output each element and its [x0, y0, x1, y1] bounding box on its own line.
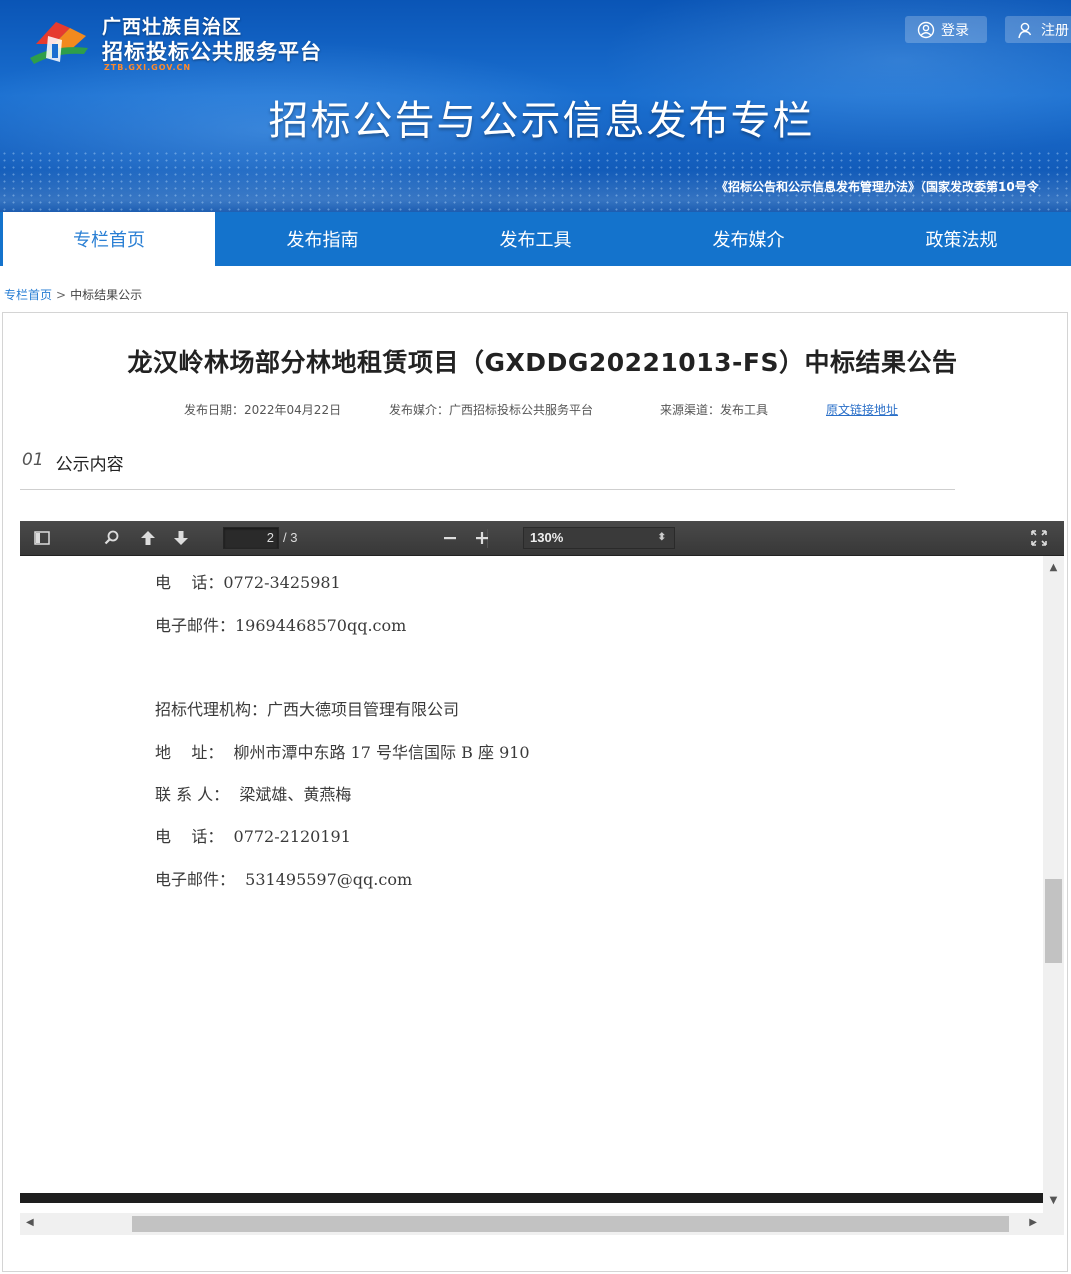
- user-circle-icon: [917, 21, 935, 38]
- logo-platform-text: 招标投标公共服务平台: [102, 39, 322, 64]
- pdf-text-line: 电子邮件： 531495597@qq.com: [155, 870, 413, 889]
- register-button[interactable]: 注册: [1005, 16, 1071, 43]
- horizontal-scrollbar[interactable]: ◀ ▶: [20, 1213, 1043, 1235]
- section-header: 01 公示内容: [22, 450, 124, 475]
- breadcrumb-separator: >: [56, 287, 67, 302]
- scroll-up-arrow-icon[interactable]: ▲: [1043, 562, 1064, 576]
- article-title: 龙汉岭林场部分林地租赁项目（GXDDG20221013-FS）中标结果公告: [127, 348, 958, 377]
- banner-title: 招标公告与公示信息发布专栏: [268, 98, 815, 144]
- zoom-select[interactable]: 130% ⬍: [523, 527, 675, 549]
- pdf-text-line: 电子邮件：19694468570qq.com: [155, 616, 407, 635]
- logo-region-text: 广西壮族自治区: [102, 16, 243, 38]
- vertical-scroll-thumb[interactable]: [1045, 879, 1062, 964]
- pdf-page: 电 话：0772-3425981 电子邮件：19694468570qq.com …: [20, 556, 1043, 1193]
- pdf-text-line: 电 话： 0772-2120191: [155, 827, 351, 846]
- scroll-left-arrow-icon[interactable]: ◀: [26, 1217, 34, 1228]
- scrollbar-corner: [1043, 1213, 1064, 1235]
- scroll-down-arrow-icon[interactable]: ▼: [1043, 1195, 1064, 1209]
- sidebar-toggle-icon[interactable]: [33, 529, 51, 547]
- pdf-toolbar: 2 / 3 130% ⬍: [20, 521, 1064, 556]
- zoom-in-icon[interactable]: [473, 529, 491, 547]
- breadcrumb-home-link[interactable]: 专栏首页: [4, 286, 52, 303]
- section-divider: [20, 489, 955, 490]
- section-number: 01: [22, 450, 44, 470]
- breadcrumb: 专栏首页 > 中标结果公示: [4, 286, 142, 303]
- platform-logo-icon: [30, 22, 88, 64]
- horizontal-scroll-thumb[interactable]: [132, 1216, 1010, 1232]
- nav-item-media[interactable]: 发布媒介: [642, 212, 855, 266]
- register-label: 注册: [1041, 22, 1069, 39]
- pdf-text-line: 电 话：0772-3425981: [155, 573, 341, 592]
- fullscreen-icon[interactable]: [1030, 529, 1048, 547]
- page-count: / 3: [283, 530, 298, 545]
- login-label: 登录: [941, 22, 969, 39]
- section-title: 公示内容: [55, 455, 124, 475]
- logo-url-text: ZTB.GXI.GOV.CN: [104, 63, 192, 72]
- breadcrumb-current: 中标结果公示: [70, 288, 143, 302]
- select-arrows-icon: ⬍: [657, 532, 666, 543]
- banner-law-link[interactable]: 《招标公告和公示信息发布管理办法》（国家发改委第10号令: [716, 178, 1039, 195]
- original-link[interactable]: 原文链接地址: [826, 401, 898, 418]
- next-page-icon[interactable]: [172, 529, 190, 547]
- nav-item-guide[interactable]: 发布指南: [216, 212, 429, 266]
- user-icon: [1018, 22, 1032, 38]
- pdf-page-gap: [20, 1193, 1043, 1203]
- vertical-scrollbar[interactable]: ▲ ▼: [1043, 556, 1064, 1213]
- nav-item-tools[interactable]: 发布工具: [429, 212, 642, 266]
- header-banner: 广西壮族自治区 招标投标公共服务平台 ZTB.GXI.GOV.CN 登录 注册 …: [0, 0, 1071, 212]
- zoom-out-icon[interactable]: [441, 529, 459, 547]
- search-icon[interactable]: [103, 529, 121, 547]
- main-nav: 专栏首页 发布指南 发布工具 发布媒介 政策法规: [0, 212, 1071, 266]
- zoom-value: 130%: [530, 530, 564, 545]
- publish-date: 发布日期：2022年04月22日: [184, 403, 342, 417]
- nav-item-home[interactable]: 专栏首页: [3, 212, 215, 266]
- pdf-text-line: 地 址： 柳州市潭中东路 17 号华信国际 B 座 910: [155, 743, 530, 762]
- pdf-text-line: 招标代理机构：广西大德项目管理有限公司: [155, 700, 460, 719]
- source-channel: 来源渠道：发布工具: [660, 403, 769, 417]
- scroll-right-arrow-icon[interactable]: ▶: [1029, 1217, 1037, 1228]
- previous-page-icon[interactable]: [139, 529, 157, 547]
- publish-media: 发布媒介：广西招标投标公共服务平台: [389, 403, 594, 417]
- page-number-input[interactable]: 2: [223, 527, 279, 549]
- nav-item-policy[interactable]: 政策法规: [855, 212, 1068, 266]
- login-button[interactable]: 登录: [905, 16, 987, 43]
- pdf-text-line: 联 系 人： 梁斌雄、黄燕梅: [155, 785, 352, 804]
